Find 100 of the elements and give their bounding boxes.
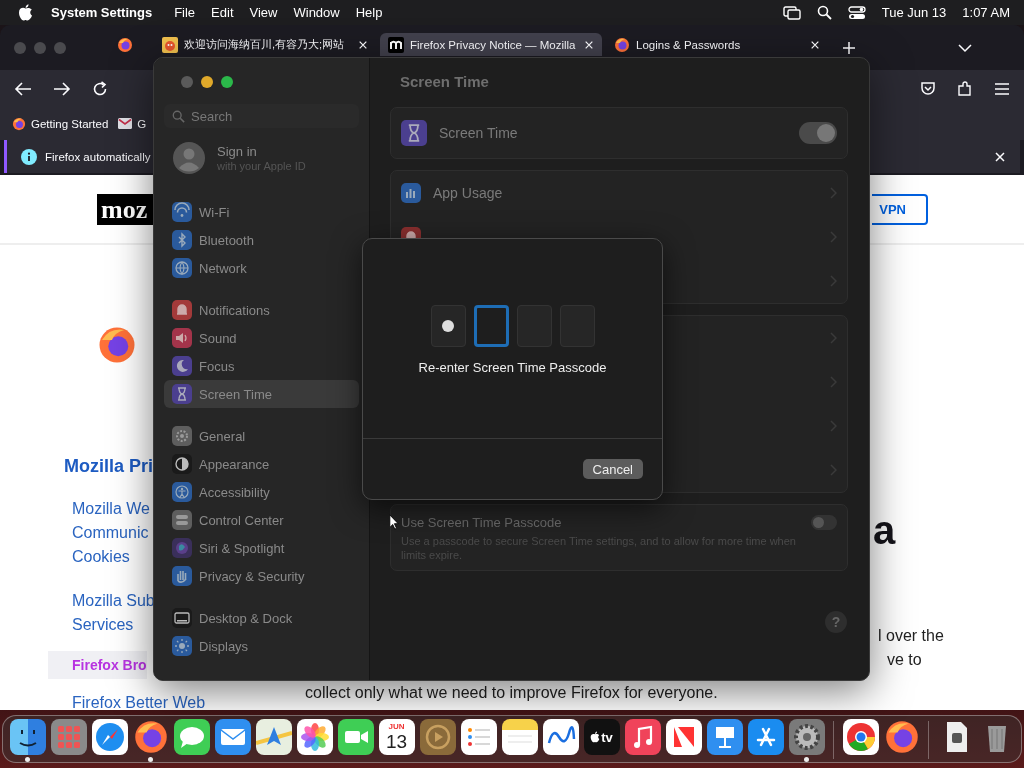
site-logo[interactable]: moz (97, 193, 153, 225)
sidebar-item[interactable]: Appearance (164, 450, 359, 478)
chat-bubble-icon[interactable] (173, 719, 210, 755)
map-icon[interactable] (255, 719, 292, 755)
close-tab-icon[interactable] (584, 39, 594, 50)
toggle-switch[interactable] (811, 515, 837, 530)
plus-icon[interactable] (842, 40, 856, 55)
menubar-date: Tue Jun 13 (881, 5, 947, 20)
fox-logo-icon (97, 325, 137, 365)
compass-icon[interactable] (91, 719, 128, 755)
video-camera-icon[interactable] (337, 719, 374, 755)
heading-text: a (873, 510, 896, 550)
browser-tab[interactable]: Firefox Privacy Notice — Mozilla (380, 33, 602, 56)
search-field[interactable]: Search (164, 104, 359, 128)
sidebar-item[interactable]: General (164, 422, 359, 450)
vpn-button[interactable]: VPN (872, 193, 928, 225)
site-favicon-icon (388, 36, 404, 53)
back-arrow-icon[interactable] (14, 80, 32, 97)
nav-heading[interactable]: Mozilla Pri (64, 455, 153, 477)
sidebar-item[interactable]: Notifications (164, 296, 359, 324)
setting-label: Use Screen Time Passcode (401, 515, 563, 530)
fox-logo-icon (614, 36, 630, 53)
bar-chart-icon (401, 183, 421, 203)
shield-icon[interactable] (920, 80, 936, 97)
sidebar-item[interactable]: Displays (164, 632, 359, 660)
sidebar-item[interactable]: Focus (164, 352, 359, 380)
gear-icon[interactable] (788, 719, 825, 755)
setting-label: Screen Time (439, 125, 519, 141)
browser-logo-icon[interactable] (883, 719, 920, 755)
close-icon[interactable] (994, 150, 1006, 163)
flower-icon[interactable] (296, 719, 333, 755)
search-icon (172, 110, 185, 123)
nav-link[interactable]: Firefox Bro (48, 651, 147, 679)
music-note-icon[interactable] (624, 719, 661, 755)
checklist-icon[interactable] (460, 719, 497, 755)
tv-icon[interactable]: tv (583, 719, 620, 755)
browser-tab[interactable]: 欢迎访问海纳百川,有容乃大;网站 (154, 33, 376, 56)
passcode-digit-field[interactable] (430, 305, 466, 347)
calendar-icon[interactable]: JUN 13 (378, 719, 415, 755)
sidebar-item[interactable]: Privacy & Security (164, 562, 359, 590)
notification-text: Firefox automatically (45, 150, 151, 163)
close-tab-icon[interactable] (810, 39, 820, 50)
body-text: l over the (878, 626, 944, 646)
cartoon-favicon-icon (162, 36, 178, 53)
bookmark[interactable]: Getting Started (12, 116, 109, 131)
envelope-icon (118, 118, 133, 129)
menubar-clock: 1:07 AM (962, 5, 1010, 20)
nav-link[interactable]: Mozilla We Communic Cookies (72, 497, 150, 569)
account-title[interactable]: Sign in (217, 144, 306, 159)
reload-icon[interactable] (92, 80, 108, 97)
envelope-icon[interactable] (214, 719, 251, 755)
close-tab-icon[interactable] (358, 39, 368, 50)
passcode-digit-field[interactable] (473, 305, 509, 347)
browser-logo-icon[interactable] (132, 719, 169, 755)
sidebar-item[interactable]: Network (164, 254, 359, 282)
toggle-switch[interactable] (799, 122, 837, 144)
setting-label[interactable]: App Usage (433, 185, 818, 201)
nav-link[interactable]: Mozilla Sub Services (72, 589, 155, 637)
store-icon[interactable] (747, 719, 784, 755)
sidebar-item[interactable]: Siri & Spotlight (164, 534, 359, 562)
mouse-pointer-icon (389, 514, 399, 530)
control-center-icon[interactable] (847, 5, 866, 20)
menu-item[interactable]: Window (293, 5, 340, 20)
nav-link[interactable]: Firefox Better Web (72, 691, 206, 710)
hourglass-icon (401, 120, 427, 146)
menu-item[interactable]: Help (355, 5, 383, 20)
dialog-prompt: Re-enter Screen Time Passcode (418, 360, 607, 375)
page-title: Screen Time (400, 73, 490, 90)
sidebar-item[interactable]: Control Center (164, 506, 359, 534)
screen-mirroring-icon[interactable] (782, 5, 801, 20)
info-icon (21, 148, 37, 165)
newspaper-icon[interactable] (665, 719, 702, 755)
window-control[interactable] (221, 76, 233, 88)
menu-item[interactable]: File (174, 5, 196, 20)
chevron-down-icon[interactable] (958, 42, 972, 53)
sidebar-item[interactable]: Wi-Fi (164, 198, 359, 226)
sidebar-item[interactable]: Bluetooth (164, 226, 359, 254)
fox-logo-icon (12, 116, 26, 131)
menu-item[interactable]: View (249, 5, 278, 20)
menu-item[interactable]: Edit (211, 5, 234, 20)
podium-icon[interactable] (706, 719, 743, 755)
puzzle-piece-icon[interactable] (957, 80, 973, 97)
app-name[interactable]: System Settings (51, 5, 153, 20)
app-grid-icon[interactable] (50, 719, 87, 755)
sidebar-item[interactable]: Accessibility (164, 478, 359, 506)
scribble-icon[interactable] (542, 719, 579, 755)
sidebar-item[interactable]: Screen Time (164, 380, 359, 408)
sidebar-item[interactable]: Desktop & Dock (164, 604, 359, 632)
apple-logo-icon (18, 4, 33, 21)
forward-arrow-icon[interactable] (53, 80, 71, 97)
browser-tab[interactable]: Logins & Passwords (606, 33, 828, 56)
bookmark[interactable]: G (118, 117, 147, 130)
smiling-face-icon[interactable] (9, 719, 46, 755)
menu-icon[interactable] (994, 81, 1010, 96)
notepad-icon[interactable] (501, 719, 538, 755)
avatar-icon[interactable] (173, 142, 205, 174)
cancel-button[interactable]: Cancel (582, 459, 643, 479)
search-icon[interactable] (816, 5, 832, 20)
sidebar-item[interactable]: Sound (164, 324, 359, 352)
window-control[interactable] (201, 76, 213, 88)
